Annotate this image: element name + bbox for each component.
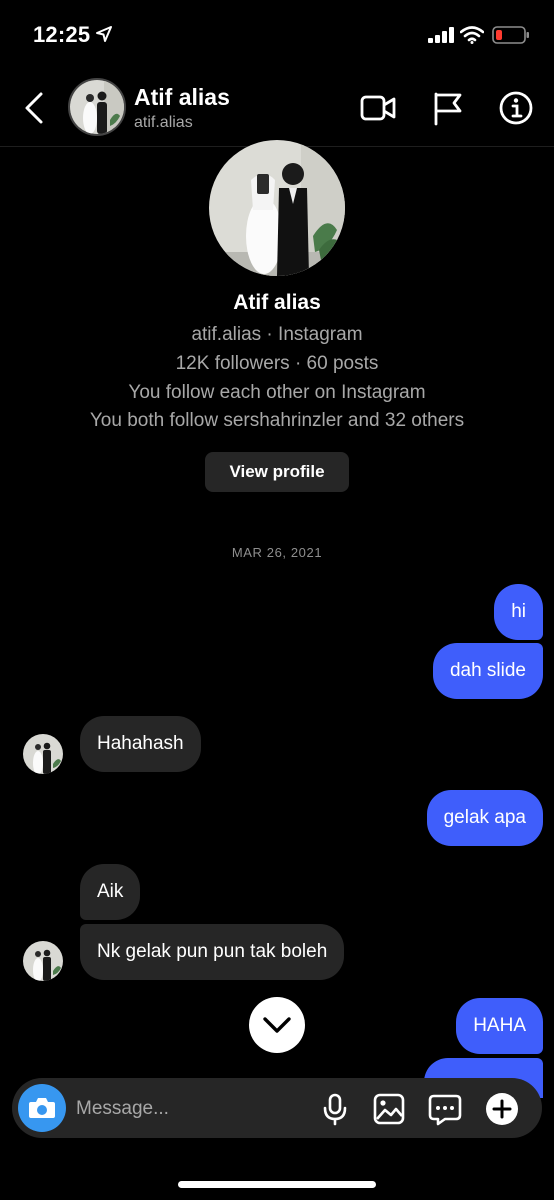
- gallery-icon[interactable]: [372, 1092, 406, 1126]
- sender-avatar[interactable]: [23, 734, 63, 774]
- sticker-icon[interactable]: [428, 1092, 462, 1126]
- message-sent[interactable]: dah slide: [432, 643, 543, 699]
- home-indicator[interactable]: [178, 1181, 376, 1188]
- video-call-icon[interactable]: [358, 88, 398, 128]
- date-separator: MAR 26, 2021: [231, 545, 323, 560]
- message-received[interactable]: Aik: [80, 864, 141, 920]
- view-profile-button[interactable]: View profile: [205, 452, 349, 492]
- profile-stats: 12K followers · 60 posts: [175, 353, 379, 374]
- wifi-icon: [460, 26, 484, 44]
- status-time: 12:25: [33, 22, 91, 47]
- profile-mutuals: You both follow sershahrinzler and 32 ot…: [89, 410, 465, 431]
- sender-avatar[interactable]: [23, 941, 63, 981]
- chevron-down-icon: [263, 1017, 291, 1033]
- cellular-signal-icon: [428, 27, 454, 43]
- camera-icon: [29, 1098, 55, 1118]
- back-icon[interactable]: [20, 90, 50, 126]
- header-username: atif.alias: [134, 114, 193, 131]
- message-sent[interactable]: HAHA: [456, 998, 543, 1054]
- header-name[interactable]: Atif alias: [134, 84, 230, 111]
- plus-icon[interactable]: [485, 1092, 519, 1126]
- battery-icon: [492, 26, 529, 44]
- message-received[interactable]: Nk gelak pun pun tak boleh: [80, 924, 345, 980]
- profile-subtitle: atif.alias · Instagram: [191, 324, 363, 345]
- chat-header: Atif alias atif.alias: [0, 70, 554, 147]
- scroll-to-bottom-button[interactable]: [249, 997, 305, 1053]
- message-sent[interactable]: hi: [494, 584, 543, 640]
- message-input[interactable]: [74, 1088, 308, 1130]
- info-icon[interactable]: [496, 88, 536, 128]
- microphone-icon[interactable]: [318, 1092, 352, 1126]
- location-arrow-icon: [96, 26, 112, 42]
- message-received[interactable]: Hahahash: [80, 716, 201, 772]
- profile-name: Atif alias: [233, 291, 321, 314]
- profile-relationship: You follow each other on Instagram: [128, 382, 426, 403]
- flag-icon[interactable]: [428, 88, 468, 128]
- camera-button[interactable]: [18, 1084, 66, 1132]
- message-sent[interactable]: gelak apa: [426, 790, 543, 846]
- header-avatar[interactable]: [68, 78, 126, 136]
- profile-photo[interactable]: [209, 140, 345, 276]
- message-composer: [12, 1078, 542, 1138]
